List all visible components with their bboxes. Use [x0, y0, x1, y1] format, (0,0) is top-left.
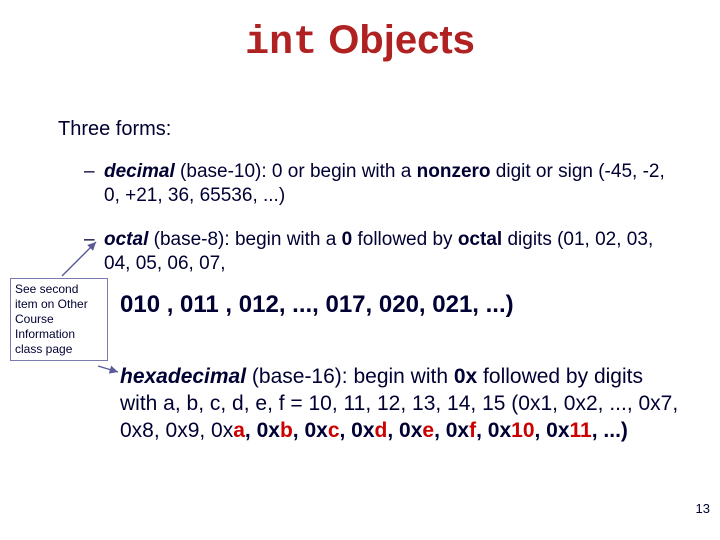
- arrow-icon: [56, 238, 104, 278]
- hex-b: b: [280, 419, 293, 442]
- hex-11: 11: [570, 419, 592, 442]
- dash-icon: –: [84, 228, 95, 252]
- hex-c7: , 0x: [535, 419, 570, 442]
- hex-c3: , 0x: [340, 419, 375, 442]
- hex-c1: , 0x: [245, 419, 280, 442]
- hex-10: 10: [511, 419, 534, 442]
- slide-title: int Objects: [0, 18, 720, 66]
- decimal-emph: nonzero: [417, 161, 491, 182]
- octal-oct: octal: [458, 229, 502, 250]
- hex-c2: , 0x: [293, 419, 328, 442]
- hex-c6: , 0x: [476, 419, 511, 442]
- hex-base: (base-16): begin with: [246, 365, 454, 388]
- hex-d: d: [375, 419, 388, 442]
- hex-zerox: 0x: [454, 365, 477, 388]
- decimal-lead: 0 or begin with a: [272, 161, 417, 182]
- octal-name: octal: [104, 229, 148, 250]
- hex-c5: , 0x: [434, 419, 469, 442]
- hex-tail: , ...): [592, 419, 628, 442]
- decimal-name: decimal: [104, 161, 175, 182]
- intro-line: Three forms:: [58, 118, 171, 141]
- hex-c: c: [328, 419, 340, 442]
- page-number: 13: [696, 501, 710, 516]
- octal-zero: 0: [342, 229, 353, 250]
- dash-icon: –: [84, 160, 95, 184]
- bullet-hex: hexadecimal (base-16): begin with 0x fol…: [120, 364, 680, 445]
- title-code: int: [245, 21, 317, 66]
- slide: int Objects Three forms: – decimal (base…: [0, 18, 720, 540]
- hex-name: hexadecimal: [120, 365, 246, 388]
- decimal-base: (base-10):: [175, 161, 272, 182]
- hex-e: e: [422, 419, 434, 442]
- octal-examples: 010 , 011 , 012, ..., 017, 020, 021, ...…: [120, 290, 680, 321]
- hex-c4: , 0x: [387, 419, 422, 442]
- callout-box: See second item on Other Course Informat…: [10, 278, 108, 361]
- octal-base: (base-8): begin with a: [148, 229, 341, 250]
- hex-a: a: [233, 419, 245, 442]
- octal-mid: followed by: [352, 229, 458, 250]
- bullet-decimal: – decimal (base-10): 0 or begin with a n…: [104, 160, 680, 209]
- title-text: Objects: [317, 18, 475, 62]
- bullet-octal: – octal (base-8): begin with a 0 followe…: [104, 228, 680, 277]
